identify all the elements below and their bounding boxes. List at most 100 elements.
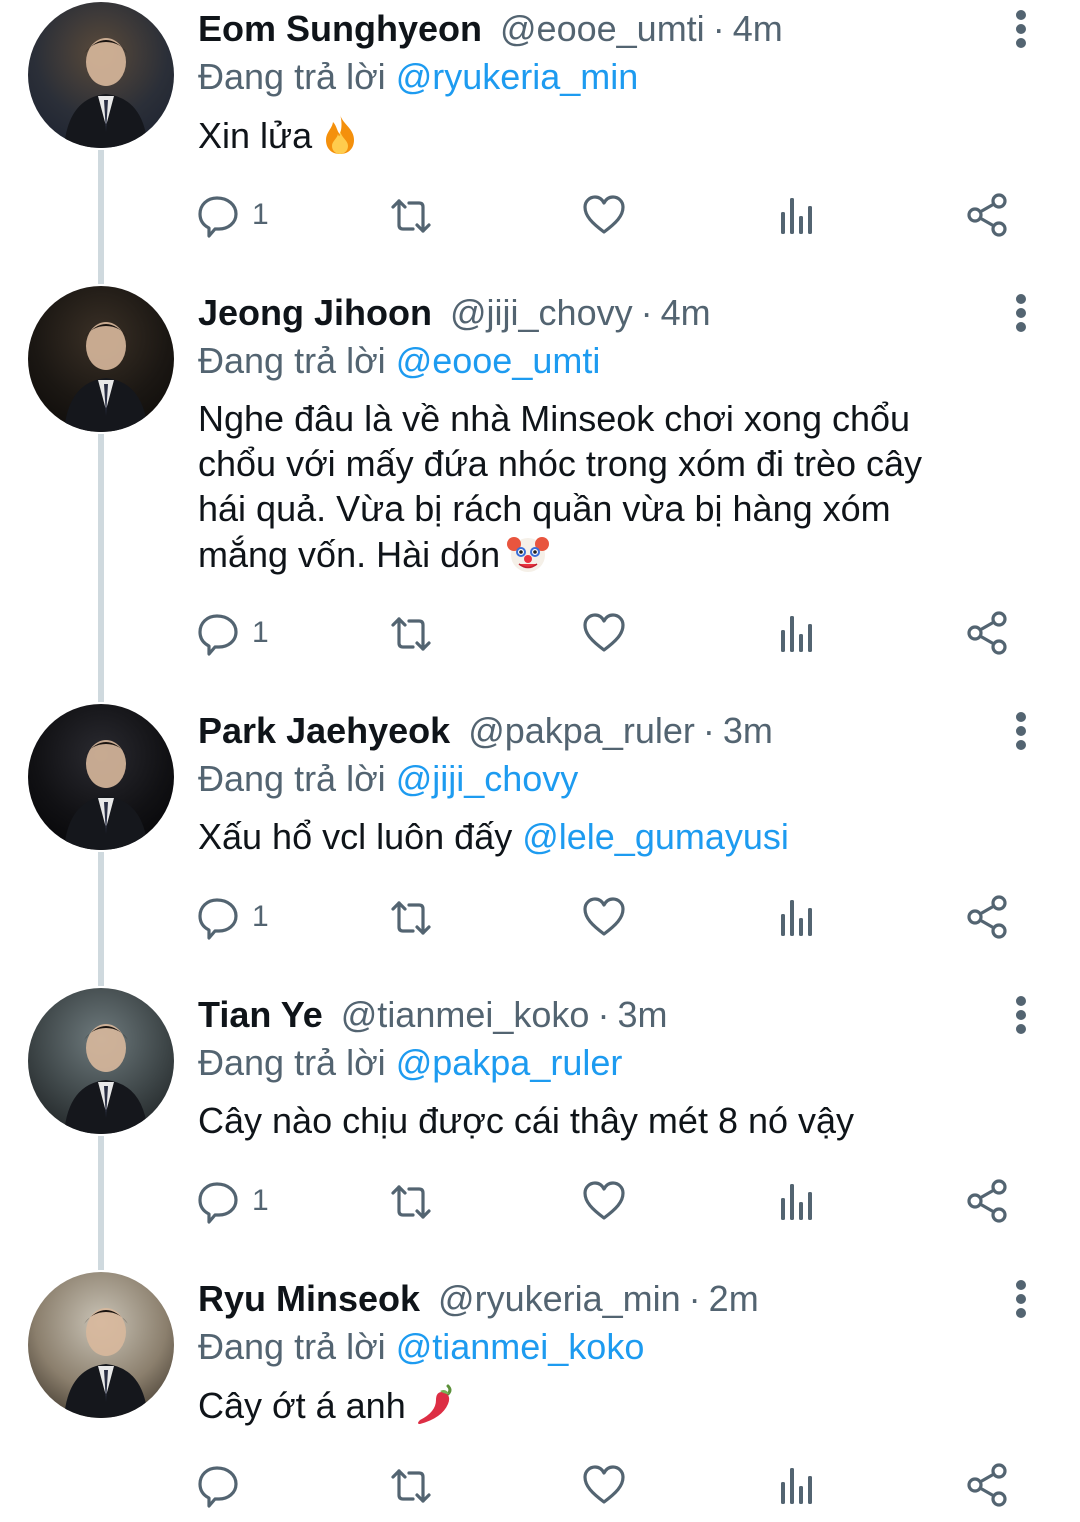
- views-button[interactable]: [775, 1176, 819, 1226]
- replying-to-mention[interactable]: @jiji_chovy: [396, 758, 579, 799]
- share-icon: [966, 1178, 1010, 1224]
- separator: ·: [597, 994, 610, 1035]
- like-button[interactable]: [582, 1460, 626, 1510]
- tweet-header: Ryu Minseok @ryukeria_min · 2m: [198, 1274, 759, 1324]
- timestamp[interactable]: 3m: [723, 710, 773, 751]
- reply-icon: [198, 894, 242, 940]
- views-button[interactable]: [775, 608, 819, 658]
- more-options-icon[interactable]: [1004, 8, 1038, 48]
- tweet-text-line: Cây nào chịu được cái thây mét 8 nó vậy: [198, 1098, 1018, 1143]
- reply-button[interactable]: [198, 1460, 252, 1510]
- tweet-text-line: Cây ớt á anh: [198, 1382, 1018, 1436]
- reply-button[interactable]: 1: [198, 190, 269, 240]
- retweet-button[interactable]: [387, 1460, 431, 1510]
- tweet-text: Cây nào chịu được cái thây mét 8 nó vậy: [198, 1098, 1018, 1143]
- reply-button[interactable]: 1: [198, 892, 269, 942]
- avatar[interactable]: [28, 1272, 174, 1418]
- tweet-text-line: hái quả. Vừa bị rách quần vừa bị hàng xó…: [198, 486, 1018, 531]
- reply-icon: [198, 192, 242, 238]
- like-button[interactable]: [582, 190, 626, 240]
- reply-count: 1: [252, 198, 269, 231]
- replying-to-label: Đang trả lời: [198, 340, 386, 381]
- retweet-button[interactable]: [387, 608, 431, 658]
- reply-count: 1: [252, 1184, 269, 1217]
- share-icon: [966, 1462, 1010, 1508]
- user-handle[interactable]: @tianmei_koko: [341, 994, 590, 1035]
- replying-to-line: Đang trả lời @tianmei_koko: [198, 1322, 644, 1372]
- separator: ·: [640, 292, 653, 333]
- replying-to-label: Đang trả lời: [198, 56, 386, 97]
- like-button[interactable]: [582, 892, 626, 942]
- retweet-icon: [387, 610, 431, 656]
- avatar[interactable]: [28, 286, 174, 432]
- share-button[interactable]: [966, 608, 1010, 658]
- user-handle[interactable]: @ryukeria_min: [438, 1278, 681, 1319]
- replying-to-line: Đang trả lời @eooe_umti: [198, 336, 600, 386]
- replying-to-mention[interactable]: @eooe_umti: [396, 340, 601, 381]
- avatar[interactable]: [28, 988, 174, 1134]
- tweet-text: Xấu hổ vcl luôn đấy @lele_gumayusi: [198, 814, 1018, 859]
- reply-thread: Eom Sunghyeon @eooe_umti · 4m Đang trả lời @r…: [0, 0, 1080, 1522]
- display-name[interactable]: Tian Ye: [198, 994, 323, 1035]
- display-name[interactable]: Eom Sunghyeon: [198, 8, 482, 49]
- reply-icon: [198, 1462, 242, 1508]
- replying-to-mention[interactable]: @tianmei_koko: [396, 1326, 645, 1367]
- tweet-text-content: mắng vốn. Hài dón: [198, 534, 501, 575]
- like-icon: [582, 1178, 626, 1224]
- tweet[interactable]: Jeong Jihoon @jiji_chovy · 4m Đang trả lời @e…: [0, 284, 1080, 575]
- retweet-button[interactable]: [387, 190, 431, 240]
- display-name[interactable]: Jeong Jihoon: [198, 292, 432, 333]
- avatar[interactable]: [28, 704, 174, 850]
- avatar[interactable]: [28, 2, 174, 148]
- more-options-icon[interactable]: [1004, 1278, 1038, 1318]
- share-button[interactable]: [966, 190, 1010, 240]
- like-button[interactable]: [582, 608, 626, 658]
- replying-to-mention[interactable]: @pakpa_ruler: [396, 1042, 623, 1083]
- reply-icon: [198, 610, 242, 656]
- share-button[interactable]: [966, 1460, 1010, 1510]
- tweet-text-content: Xin lửa: [198, 115, 313, 156]
- reply-button[interactable]: 1: [198, 1176, 269, 1226]
- retweet-icon: [387, 192, 431, 238]
- share-button[interactable]: [966, 892, 1010, 942]
- retweet-icon: [387, 1462, 431, 1508]
- replying-to-line: Đang trả lời @ryukeria_min: [198, 52, 638, 102]
- timestamp[interactable]: 4m: [661, 292, 711, 333]
- tweet-text-content: Cây ớt á anh: [198, 1385, 406, 1426]
- timestamp[interactable]: 2m: [709, 1278, 759, 1319]
- reply-button[interactable]: 1: [198, 608, 269, 658]
- tweet-text-content: chổu với mấy đứa nhóc trong xóm đi trèo …: [198, 443, 923, 484]
- display-name[interactable]: Ryu Minseok: [198, 1278, 420, 1319]
- tweet-text-content: Nghe đâu là về nhà Minseok chơi xong chổ…: [198, 398, 911, 439]
- share-button[interactable]: [966, 1176, 1010, 1226]
- views-button[interactable]: [775, 190, 819, 240]
- tweet-text: Cây ớt á anh: [198, 1382, 1018, 1427]
- timestamp[interactable]: 3m: [617, 994, 667, 1035]
- replying-to-mention[interactable]: @ryukeria_min: [396, 56, 639, 97]
- tweet-actions: 1: [0, 608, 1080, 658]
- like-button[interactable]: [582, 1176, 626, 1226]
- timestamp[interactable]: 4m: [733, 8, 783, 49]
- more-options-icon[interactable]: [1004, 994, 1038, 1034]
- tweet-text: Nghe đâu là về nhà Minseok chơi xong chổ…: [198, 396, 1018, 576]
- views-icon: [775, 610, 819, 656]
- like-icon: [582, 1462, 626, 1508]
- views-icon: [775, 192, 819, 238]
- tweet-header: Park Jaehyeok @pakpa_ruler · 3m: [198, 706, 773, 756]
- user-handle[interactable]: @pakpa_ruler: [468, 710, 695, 751]
- user-handle[interactable]: @jiji_chovy: [450, 292, 633, 333]
- user-handle[interactable]: @eooe_umti: [500, 8, 705, 49]
- more-options-icon[interactable]: [1004, 710, 1038, 750]
- retweet-button[interactable]: [387, 1176, 431, 1226]
- views-button[interactable]: [775, 892, 819, 942]
- retweet-icon: [387, 1178, 431, 1224]
- separator: ·: [688, 1278, 701, 1319]
- retweet-button[interactable]: [387, 892, 431, 942]
- replying-to-label: Đang trả lời: [198, 758, 386, 799]
- display-name[interactable]: Park Jaehyeok: [198, 710, 450, 751]
- text-mention[interactable]: @lele_gumayusi: [522, 816, 789, 857]
- tweet-text-line: Xấu hổ vcl luôn đấy @lele_gumayusi: [198, 814, 1018, 859]
- more-options-icon[interactable]: [1004, 292, 1038, 332]
- views-button[interactable]: [775, 1460, 819, 1510]
- tweet-header: Jeong Jihoon @jiji_chovy · 4m: [198, 288, 711, 338]
